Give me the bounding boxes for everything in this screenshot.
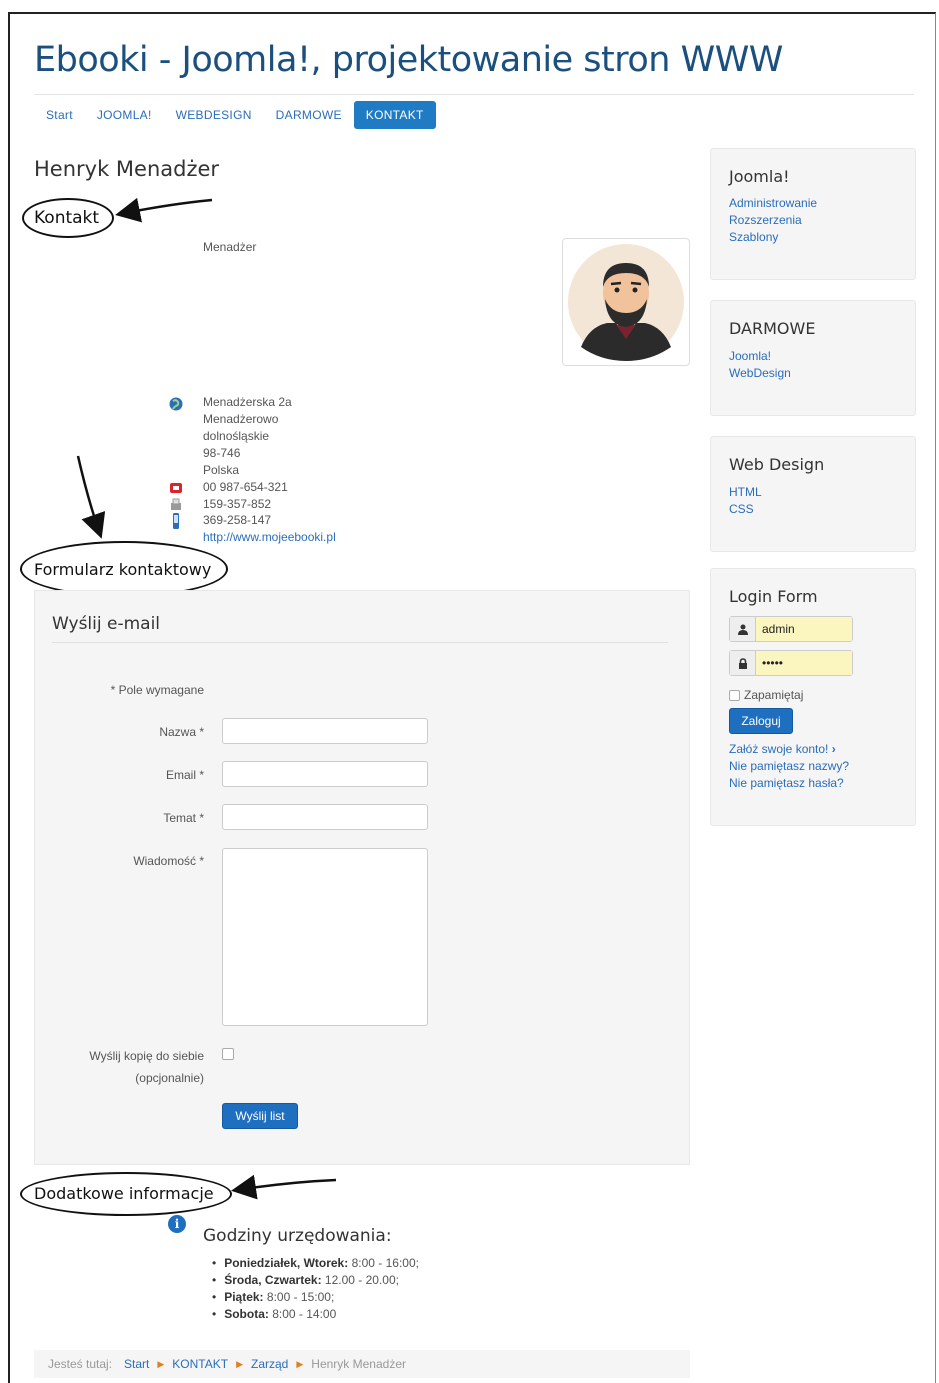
send-copy-checkbox[interactable] [222,1048,234,1060]
breadcrumb-prefix: Jesteś tutaj: [48,1357,113,1371]
hours-time: 8:00 - 14:00 [272,1307,337,1321]
subject-input[interactable] [222,804,428,830]
remember-label: Zapamiętaj [744,688,804,702]
arrow-kontakt [115,197,213,223]
hours-time: 12.00 - 20.00; [324,1273,399,1287]
breadcrumb-start[interactable]: Start [124,1357,149,1371]
hours-days: Piątek: [224,1290,264,1304]
sidebar-link-szablony[interactable]: Szablony [729,230,778,244]
annotation-extra: Dodatkowe informacje [34,1184,214,1203]
sidebar-module-joomla: Joomla! Administrowanie Rozszerzenia Sza… [710,148,916,280]
email-input[interactable] [222,761,428,787]
hours-item: Sobota: 8:00 - 14:00 [212,1307,419,1324]
contact-mobile: 369-258-147 [203,513,272,527]
contact-form-title: Wyślij e-mail [52,614,161,634]
office-hours-list: Poniedziałek, Wtorek: 8:00 - 16:00; Środ… [212,1256,419,1324]
login-button[interactable]: Zaloguj [729,708,793,734]
register-link[interactable]: Załóż swoje konto! › [729,742,836,756]
subject-label: Temat * [163,811,204,825]
arrow-extra [231,1174,337,1200]
office-hours-title: Godziny urzędowania: [203,1226,392,1246]
hours-item: Piątek: 8:00 - 15:00; [212,1290,419,1307]
hours-time: 8:00 - 15:00; [266,1290,335,1304]
sidebar-link-joomla[interactable]: Joomla! [729,349,771,363]
username-input[interactable]: admin [756,617,852,641]
copy-label: Wyślij kopię do siebie [89,1049,204,1063]
name-label: Nazwa * [159,725,204,739]
breadcrumb-separator-icon: ▶ [296,1358,304,1369]
forgot-password-link[interactable]: Nie pamiętasz hasła? [729,776,844,790]
module-title: DARMOWE [729,319,816,338]
sidebar-link-administrowanie[interactable]: Administrowanie [729,196,817,210]
copy-label-optional: (opcjonalnie) [135,1071,204,1085]
hours-days: Poniedziałek, Wtorek: [224,1256,349,1270]
breadcrumb: Jesteś tutaj: Start ▶ KONTAKT ▶ Zarząd ▶… [34,1350,690,1378]
module-title: Web Design [729,455,825,474]
login-form-module: Login Form admin ••••• Zapamiętaj Zalogu… [710,568,916,826]
message-textarea[interactable] [222,848,428,1026]
annotation-form: Formularz kontaktowy [34,560,212,579]
remember-checkbox[interactable] [729,689,740,701]
mobile-icon [168,513,184,529]
fax-icon [168,497,184,513]
username-group: admin [729,616,853,642]
hours-days: Środa, Czwartek: [224,1273,322,1287]
breadcrumb-kontakt[interactable]: KONTAKT [172,1357,228,1371]
register-label: Załóż swoje konto! [729,742,829,756]
contact-avatar [562,238,690,366]
breadcrumb-separator-icon: ▶ [157,1358,165,1369]
address-country: Polska [203,463,240,477]
password-group: ••••• [729,650,853,676]
sidebar-link-rozszerzenia[interactable]: Rozszerzenia [729,213,802,227]
breadcrumb-separator-icon: ▶ [236,1358,243,1369]
required-note: * Pole wymagane [110,683,204,697]
contact-phone: 00 987-654-321 [203,480,288,494]
form-divider [52,642,668,643]
hours-item: Poniedziałek, Wtorek: 8:00 - 16:00; [212,1256,419,1273]
phone-icon [168,480,184,496]
address-region: dolnośląskie [203,429,270,443]
password-input[interactable]: ••••• [756,651,852,675]
sidebar-module-webdesign: Web Design HTML CSS [710,436,916,552]
email-label: Email * [165,768,204,782]
avatar-image [568,244,684,361]
remember-me[interactable]: Zapamiętaj [729,688,803,702]
sidebar-module-darmowe: DARMOWE Joomla! WebDesign [710,300,916,416]
sidebar-link-html[interactable]: HTML [729,485,762,499]
sidebar-link-webdesign[interactable]: WebDesign [729,366,791,380]
message-label: Wiadomość * [133,854,204,868]
breadcrumb-zarzad[interactable]: Zarząd [251,1357,288,1371]
arrow-form [76,455,106,539]
hours-days: Sobota: [224,1307,269,1321]
hours-item: Środa, Czwartek: 12.00 - 20.00; [212,1273,419,1290]
sidebar-link-css[interactable]: CSS [729,502,754,516]
annotation-kontakt: Kontakt [34,208,100,228]
address-icon [168,396,184,412]
address-street: Menadżerska 2a [203,395,292,409]
send-email-button[interactable]: Wyślij list [222,1103,298,1129]
hours-time: 8:00 - 16:00; [351,1256,419,1270]
contact-position: Menadżer [203,240,257,254]
breadcrumb-current: Henryk Menadżer [311,1357,406,1371]
lock-icon [730,651,756,675]
forgot-username-link[interactable]: Nie pamiętasz nazwy? [729,759,849,773]
address-city: Menadżerowo [203,412,279,426]
chevron-right-icon: › [831,742,836,756]
contact-fax: 159-357-852 [203,497,272,511]
module-title: Login Form [729,587,818,606]
info-icon: i [168,1215,186,1233]
user-icon [730,617,756,641]
module-title: Joomla! [729,167,790,186]
address-postcode: 98-746 [203,446,241,460]
name-input[interactable] [222,718,428,744]
contact-website-link[interactable]: http://www.mojeebooki.pl [203,530,336,544]
